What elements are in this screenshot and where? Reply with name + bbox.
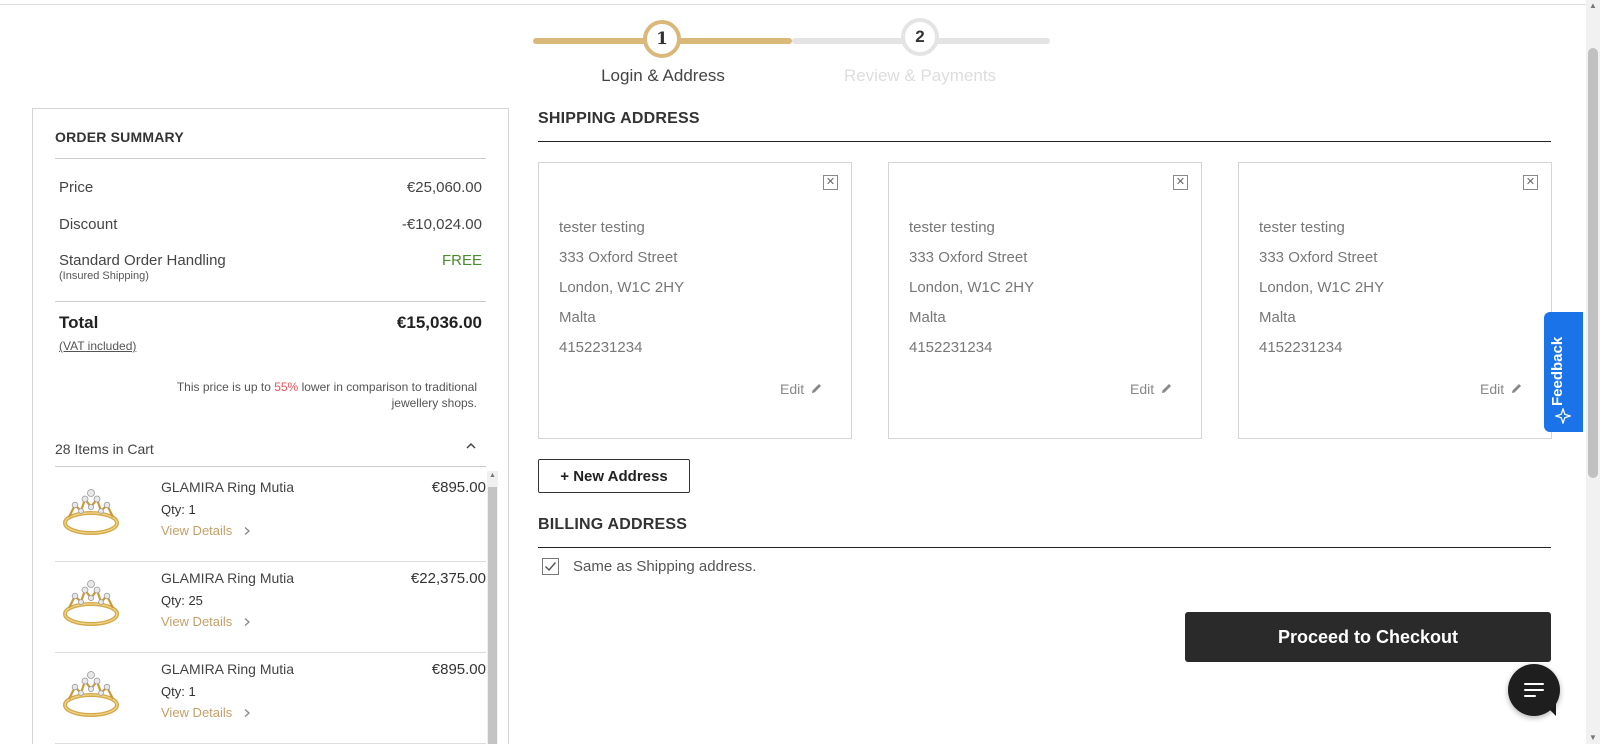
step-2-indicator: 2 [901,18,939,56]
handling-value: FREE [441,252,482,269]
ring-thumbnail[interactable] [59,659,123,723]
note-prefix: This price is up to [176,380,275,394]
discount-label: Discount [59,216,118,233]
page-scrollbar-thumb[interactable] [1588,48,1598,478]
view-details-label: View Details [161,705,233,720]
view-details-link[interactable]: View Details [161,614,252,629]
billing-address-title: BILLING ADDRESS [538,516,688,533]
shipping-address-title: SHIPPING ADDRESS [538,110,700,127]
chevron-right-icon [244,618,250,626]
address-street: 333 Oxford Street [1259,249,1378,266]
address-name: tester testing [1259,219,1345,236]
cart-item: GLAMIRA Ring Mutia Qty: 1 View Details €… [55,469,486,562]
item-price: €22,375.00 [410,570,486,587]
step-1-indicator: 1 [643,20,681,58]
close-icon[interactable]: ✕ [1173,175,1188,190]
handling-sublabel: (Insured Shipping) [59,270,149,282]
item-name[interactable]: GLAMIRA Ring Mutia [161,661,294,677]
divider [55,158,486,159]
item-price: €895.00 [431,661,486,678]
price-label: Price [59,179,94,196]
chevron-right-icon [244,527,250,535]
address-country: Malta [1259,309,1296,326]
sparkle-icon [1554,407,1572,428]
pencil-icon [812,384,821,393]
edit-address-button[interactable]: Edit [1480,381,1522,397]
vat-included-link[interactable]: (VAT included) [59,339,136,353]
discount-value: -€10,024.00 [401,216,482,233]
address-phone: 4152231234 [1259,339,1343,356]
pencil-icon [1512,384,1521,393]
edit-label: Edit [1129,381,1155,397]
edit-address-button[interactable]: Edit [1130,381,1172,397]
view-details-link[interactable]: View Details [161,705,252,720]
address-country: Malta [909,309,946,326]
view-details-link[interactable]: View Details [161,523,252,538]
shipping-address-card[interactable]: ✕ tester testing 333 Oxford Street Londo… [888,162,1202,439]
note-suffix: lower in comparison to traditional jewel… [298,380,477,410]
cart-scrollbar-thumb[interactable] [488,487,497,744]
feedback-label: Feedback [1549,336,1566,406]
address-name: tester testing [909,219,995,236]
view-details-label: View Details [161,614,233,629]
new-address-button[interactable]: + New Address [538,459,690,493]
close-icon[interactable]: ✕ [1523,175,1538,190]
cart-items-header[interactable]: 28 Items in Cart [55,441,154,457]
divider [55,466,486,467]
feedback-tab[interactable]: Feedback [1544,312,1583,432]
address-city: London, W1C 2HY [559,279,685,296]
page-scroll-up-arrow[interactable]: ▲ [1586,0,1600,12]
pencil-icon [1162,384,1171,393]
step-1-label[interactable]: Login & Address [543,66,783,86]
edit-label: Edit [779,381,805,397]
total-label: Total [59,313,99,332]
handling-label: Standard Order Handling [59,252,226,269]
address-phone: 4152231234 [559,339,643,356]
address-street: 333 Oxford Street [909,249,1028,266]
checkmark-icon [545,562,557,572]
step-2-label: Review & Payments [843,66,997,85]
address-phone: 4152231234 [909,339,993,356]
price-comparison-note: This price is up to 55% lower in compari… [147,379,477,411]
divider [55,301,486,302]
item-quantity: Qty: 25 [161,593,203,608]
item-name[interactable]: GLAMIRA Ring Mutia [161,570,294,586]
cart-item: GLAMIRA Ring Mutia Qty: 1 View Details €… [55,651,486,744]
cart-item: GLAMIRA Ring Mutia Qty: 25 View Details … [55,560,486,653]
top-divider [0,4,1586,5]
item-name[interactable]: GLAMIRA Ring Mutia [161,479,294,495]
close-icon[interactable]: ✕ [823,175,838,190]
ring-thumbnail[interactable] [59,568,123,632]
divider [538,547,1551,548]
address-city: London, W1C 2HY [1259,279,1385,296]
chat-icon [1524,683,1544,701]
shipping-address-card[interactable]: ✕ tester testing 333 Oxford Street Londo… [1238,162,1552,439]
item-quantity: Qty: 1 [161,684,196,699]
edit-address-button[interactable]: Edit [780,381,822,397]
address-country: Malta [559,309,596,326]
address-city: London, W1C 2HY [909,279,1035,296]
edit-label: Edit [1479,381,1505,397]
shipping-address-card[interactable]: ✕ tester testing 333 Oxford Street Londo… [538,162,852,439]
same-as-shipping-checkbox[interactable] [542,558,559,575]
ring-thumbnail[interactable] [59,477,123,541]
order-summary-panel: ORDER SUMMARY Price €25,060.00 Discount … [32,108,509,744]
note-percentage: 55% [274,380,299,394]
same-as-shipping-label[interactable]: Same as Shipping address. [573,558,756,575]
price-value: €25,060.00 [406,179,482,196]
divider [538,141,1551,142]
address-street: 333 Oxford Street [559,249,678,266]
order-summary-title: ORDER SUMMARY [55,129,184,145]
item-quantity: Qty: 1 [161,502,196,517]
proceed-to-checkout-button[interactable]: Proceed to Checkout [1185,612,1551,662]
page-scroll-down-arrow[interactable]: ▼ [1586,732,1600,744]
scroll-up-arrow[interactable]: ▲ [488,471,497,481]
item-price: €895.00 [431,479,486,496]
address-name: tester testing [559,219,645,236]
view-details-label: View Details [161,523,233,538]
total-value: €15,036.00 [396,313,482,332]
chevron-up-icon[interactable] [465,439,477,455]
chevron-right-icon [244,709,250,717]
